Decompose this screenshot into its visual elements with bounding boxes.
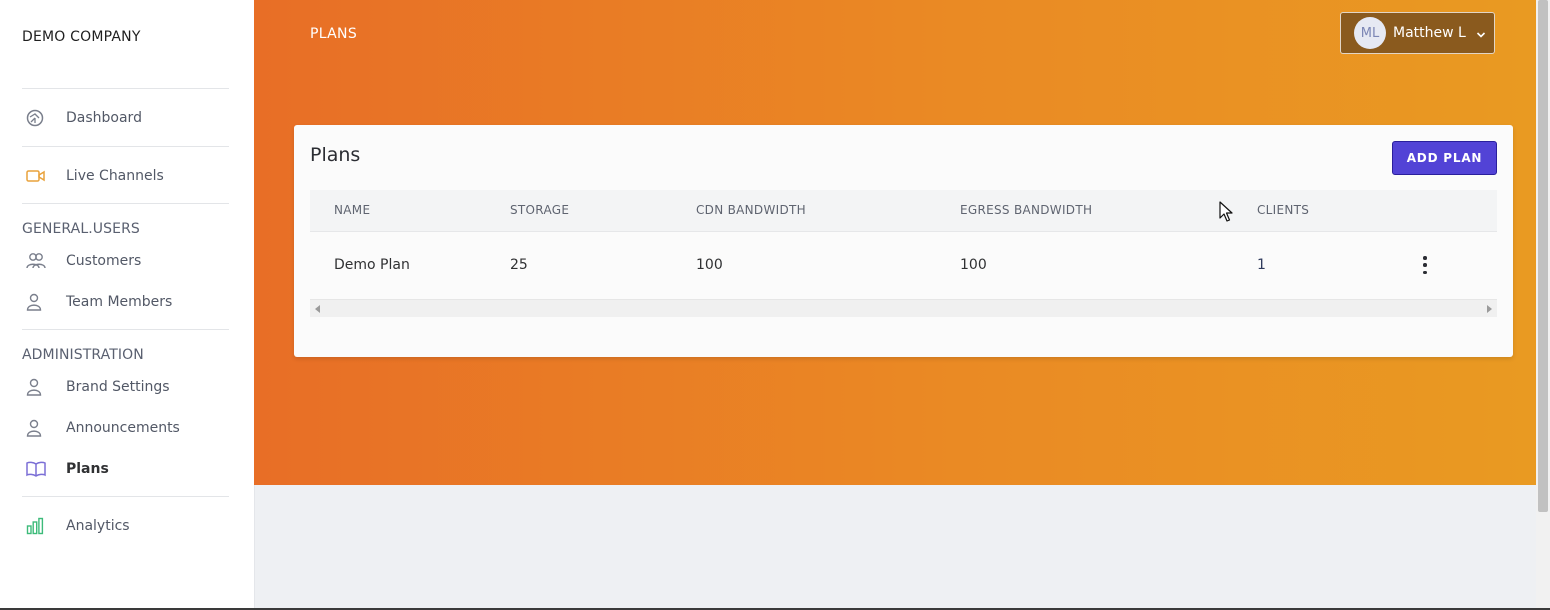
divider [22,88,229,89]
sidebar-item-customers[interactable]: Customers [22,245,229,277]
sidebar-item-plans[interactable]: Plans [22,453,229,485]
sidebar-item-label: Analytics [66,518,130,534]
add-plan-button[interactable]: ADD PLAN [1392,141,1497,175]
cell-clients[interactable]: 1 [1257,257,1266,273]
divider [22,146,229,147]
horizontal-scrollbar[interactable] [310,299,1497,317]
vertical-scrollbar[interactable] [1536,0,1550,608]
divider [22,203,229,204]
card-title: Plans [310,144,361,166]
user-name: Matthew L [1393,25,1466,41]
column-header-name[interactable]: NAME [334,203,370,217]
sidebar-item-live-channels[interactable]: Live Channels [22,160,229,192]
brand-name: DEMO COMPANY [22,29,141,45]
plans-table: NAME STORAGE CDN BANDWIDTH EGRESS BANDWI… [310,190,1497,318]
sidebar: DEMO COMPANY Dashboard Live Channels GEN… [0,0,255,608]
sidebar-item-label: Team Members [66,294,173,310]
user-menu-button[interactable]: ML Matthew L [1340,12,1495,54]
mouse-cursor-icon [1219,201,1233,227]
sidebar-item-label: Brand Settings [66,379,170,395]
sidebar-item-label: Dashboard [66,110,142,126]
user-icon [26,418,54,438]
dashboard-icon [26,108,54,128]
sidebar-item-label: Announcements [66,420,180,436]
plans-card: Plans ADD PLAN NAME STORAGE CDN BANDWIDT… [294,125,1513,357]
cell-egress-bandwidth: 100 [960,257,987,273]
sidebar-item-brand-settings[interactable]: Brand Settings [22,371,229,403]
table-row[interactable]: Demo Plan 25 100 100 1 [310,232,1497,299]
users-icon [26,251,54,271]
avatar: ML [1354,17,1386,49]
column-header-storage[interactable]: STORAGE [510,203,569,217]
sidebar-item-label: Customers [66,253,142,269]
column-header-clients[interactable]: CLIENTS [1257,203,1309,217]
section-title-admin: ADMINISTRATION [22,347,144,363]
divider [22,496,229,497]
sidebar-item-team-members[interactable]: Team Members [22,286,229,318]
scroll-left-icon[interactable] [315,305,320,313]
column-header-egress-bandwidth[interactable]: EGRESS BANDWIDTH [960,203,1092,217]
section-title-users: GENERAL.USERS [22,221,140,237]
more-options-icon[interactable] [1420,256,1430,274]
chevron-down-icon [1476,24,1486,43]
user-icon [26,292,54,312]
sidebar-item-analytics[interactable]: Analytics [22,510,229,542]
scroll-right-icon[interactable] [1487,305,1492,313]
cell-name: Demo Plan [334,257,410,273]
sidebar-item-label: Live Channels [66,168,164,184]
table-header: NAME STORAGE CDN BANDWIDTH EGRESS BANDWI… [310,190,1497,232]
divider [22,329,229,330]
sidebar-item-announcements[interactable]: Announcements [22,412,229,444]
sidebar-item-label: Plans [66,461,109,477]
cell-storage: 25 [510,257,528,273]
bar-chart-icon [26,516,54,536]
video-camera-icon [26,166,54,186]
book-icon [26,459,54,479]
cell-cdn-bandwidth: 100 [696,257,723,273]
column-header-cdn-bandwidth[interactable]: CDN BANDWIDTH [696,203,806,217]
user-icon [26,377,54,397]
sidebar-item-dashboard[interactable]: Dashboard [22,102,229,134]
page-title: PLANS [310,26,357,42]
scrollbar-thumb[interactable] [1538,0,1548,512]
